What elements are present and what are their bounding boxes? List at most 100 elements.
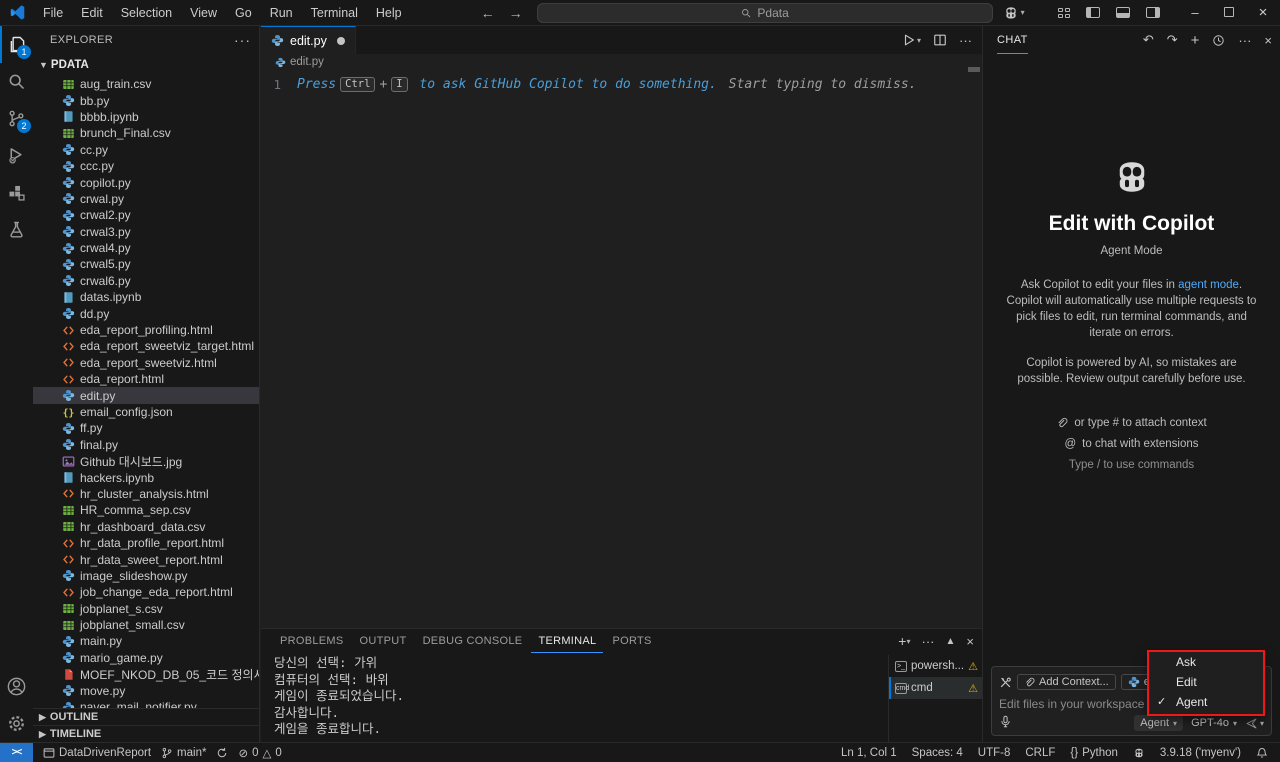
mode-menu-item-edit[interactable]: Edit: [1149, 672, 1263, 692]
editor-more-actions-icon[interactable]: ···: [959, 33, 972, 48]
file-tree-item[interactable]: MOEF_NKOD_DB_05_코드 정의서_v1.2 [배포...: [33, 666, 259, 682]
panel-tab[interactable]: OUTPUT: [353, 629, 414, 653]
panel-more-actions-icon[interactable]: ···: [922, 634, 935, 649]
file-tree-item[interactable]: eda_report_sweetviz_target.html: [33, 338, 259, 354]
menu-item[interactable]: Selection: [112, 0, 181, 26]
mic-button[interactable]: [999, 715, 1012, 731]
file-tree-item[interactable]: hr_dashboard_data.csv: [33, 519, 259, 535]
file-tree-item[interactable]: copilot.py: [33, 174, 259, 190]
menu-item[interactable]: Edit: [72, 0, 112, 26]
menu-item[interactable]: Go: [226, 0, 261, 26]
split-editor-icon[interactable]: [933, 33, 947, 47]
file-tree-item[interactable]: email_config.json: [33, 404, 259, 420]
nav-back-icon[interactable]: ←: [481, 5, 495, 21]
maximize-button[interactable]: [1212, 0, 1246, 26]
maximize-panel-icon[interactable]: ▲: [946, 636, 956, 647]
menu-item[interactable]: Help: [367, 0, 411, 26]
mode-dropdown[interactable]: Agent ▾: [1134, 715, 1183, 731]
activity-explorer-button[interactable]: 1: [0, 26, 33, 63]
terminal-output[interactable]: 당신의 선택: 가위컴퓨터의 선택: 바위게임이 종료되었습니다.감사합니다.게…: [274, 655, 886, 742]
customize-layout-icon[interactable]: [1058, 8, 1070, 18]
command-center-search[interactable]: Pdata: [537, 3, 993, 23]
new-terminal-button[interactable]: +▾: [898, 633, 910, 649]
file-tree-item[interactable]: crwal6.py: [33, 273, 259, 289]
file-tree-item[interactable]: eda_report_profiling.html: [33, 322, 259, 338]
copilot-status-item[interactable]: [1133, 747, 1145, 759]
file-tree-item[interactable]: hr_data_profile_report.html: [33, 535, 259, 551]
panel-tab[interactable]: PROBLEMS: [273, 629, 351, 653]
file-tree-item[interactable]: hr_cluster_analysis.html: [33, 486, 259, 502]
indentation-item[interactable]: Spaces: 4: [912, 747, 963, 759]
activity-extensions-button[interactable]: [0, 174, 33, 211]
file-tree-item[interactable]: main.py: [33, 633, 259, 649]
menu-item[interactable]: View: [181, 0, 226, 26]
history-icon[interactable]: [1212, 34, 1225, 47]
panel-tab[interactable]: DEBUG CONSOLE: [416, 629, 530, 653]
file-tree-item[interactable]: final.py: [33, 437, 259, 453]
remote-indicator[interactable]: ><: [0, 743, 33, 762]
mode-menu-item-agent[interactable]: ✓ Agent: [1149, 692, 1263, 712]
terminal-list-item[interactable]: >_ powersh... ⚠: [889, 655, 982, 677]
unsaved-dot-icon[interactable]: [337, 37, 345, 45]
file-tree-item[interactable]: crwal.py: [33, 191, 259, 207]
panel-tab[interactable]: TERMINAL: [531, 629, 603, 653]
file-tree-item[interactable]: crwal3.py: [33, 224, 259, 240]
activity-testing-button[interactable]: [0, 211, 33, 248]
file-tree-item[interactable]: datas.ipynb: [33, 289, 259, 305]
breadcrumb[interactable]: edit.py: [261, 54, 982, 70]
model-dropdown[interactable]: GPT-4o ▾: [1191, 717, 1237, 729]
file-tree-item[interactable]: bbbb.ipynb: [33, 109, 259, 125]
minimap-slider[interactable]: [968, 67, 980, 72]
eol-item[interactable]: CRLF: [1025, 747, 1055, 759]
agent-mode-link[interactable]: agent mode: [1178, 279, 1239, 291]
file-tree-item[interactable]: edit.py: [33, 387, 259, 403]
send-button[interactable]: ▾: [1245, 717, 1264, 730]
file-tree-item[interactable]: aug_train.csv: [33, 76, 259, 92]
menu-item[interactable]: Run: [261, 0, 302, 26]
settings-button[interactable]: [0, 705, 33, 742]
file-tree-item[interactable]: brunch_Final.csv: [33, 125, 259, 141]
mode-menu-item-ask[interactable]: Ask: [1149, 652, 1263, 672]
menu-item[interactable]: File: [34, 0, 72, 26]
close-panel-icon[interactable]: ×: [966, 634, 974, 649]
panel-tab[interactable]: PORTS: [605, 629, 658, 653]
file-tree-item[interactable]: cc.py: [33, 142, 259, 158]
menu-item[interactable]: Terminal: [302, 0, 367, 26]
add-context-button[interactable]: Add Context...: [1017, 674, 1116, 690]
file-tree-item[interactable]: ccc.py: [33, 158, 259, 174]
code-editor[interactable]: 1 PressCtrl+I to ask GitHub Copilot to d…: [261, 70, 982, 628]
file-tree-item[interactable]: dd.py: [33, 305, 259, 321]
branch-status-item[interactable]: main*: [161, 747, 206, 759]
file-tree-item[interactable]: jobplanet_small.csv: [33, 617, 259, 633]
problems-status-item[interactable]: ⊘ 0 △ 0: [238, 746, 281, 760]
tools-button[interactable]: [999, 676, 1012, 689]
activity-run-debug-button[interactable]: [0, 137, 33, 174]
language-mode-item[interactable]: {}Python: [1070, 747, 1118, 759]
activity-source-control-button[interactable]: 2: [0, 100, 33, 137]
toggle-secondary-sidebar-icon[interactable]: [1146, 7, 1160, 18]
file-tree-item[interactable]: hackers.ipynb: [33, 469, 259, 485]
chat-more-actions-icon[interactable]: ···: [1238, 33, 1251, 48]
toggle-panel-icon[interactable]: [1116, 7, 1130, 18]
tab-edit-py[interactable]: edit.py: [261, 26, 356, 54]
file-tree-item[interactable]: hr_data_sweet_report.html: [33, 551, 259, 567]
file-tree-item[interactable]: ff.py: [33, 420, 259, 436]
outline-section-header[interactable]: ▶ OUTLINE: [33, 708, 259, 725]
file-tree-item[interactable]: move.py: [33, 682, 259, 698]
redo-icon[interactable]: ↷: [1167, 32, 1178, 48]
file-tree-item[interactable]: crwal2.py: [33, 207, 259, 223]
minimize-button[interactable]: –: [1178, 0, 1212, 26]
python-interpreter-item[interactable]: 3.9.18 ('myenv'): [1160, 747, 1241, 759]
file-tree-item[interactable]: crwal4.py: [33, 240, 259, 256]
folder-root-pdata[interactable]: ▼ PDATA: [33, 54, 259, 76]
file-tree-item[interactable]: eda_report.html: [33, 371, 259, 387]
activity-search-button[interactable]: [0, 63, 33, 100]
file-tree-item[interactable]: Github 대시보드.jpg: [33, 453, 259, 469]
run-python-button[interactable]: ▾: [902, 33, 921, 47]
chat-tab[interactable]: CHAT: [997, 27, 1028, 54]
copilot-menu-button[interactable]: ▾: [1003, 5, 1025, 21]
file-tree-item[interactable]: HR_comma_sep.csv: [33, 502, 259, 518]
terminal-list-item[interactable]: cmd cmd ⚠: [889, 677, 982, 699]
repo-status-item[interactable]: DataDrivenReport: [43, 747, 151, 759]
file-tree-item[interactable]: mario_game.py: [33, 650, 259, 666]
